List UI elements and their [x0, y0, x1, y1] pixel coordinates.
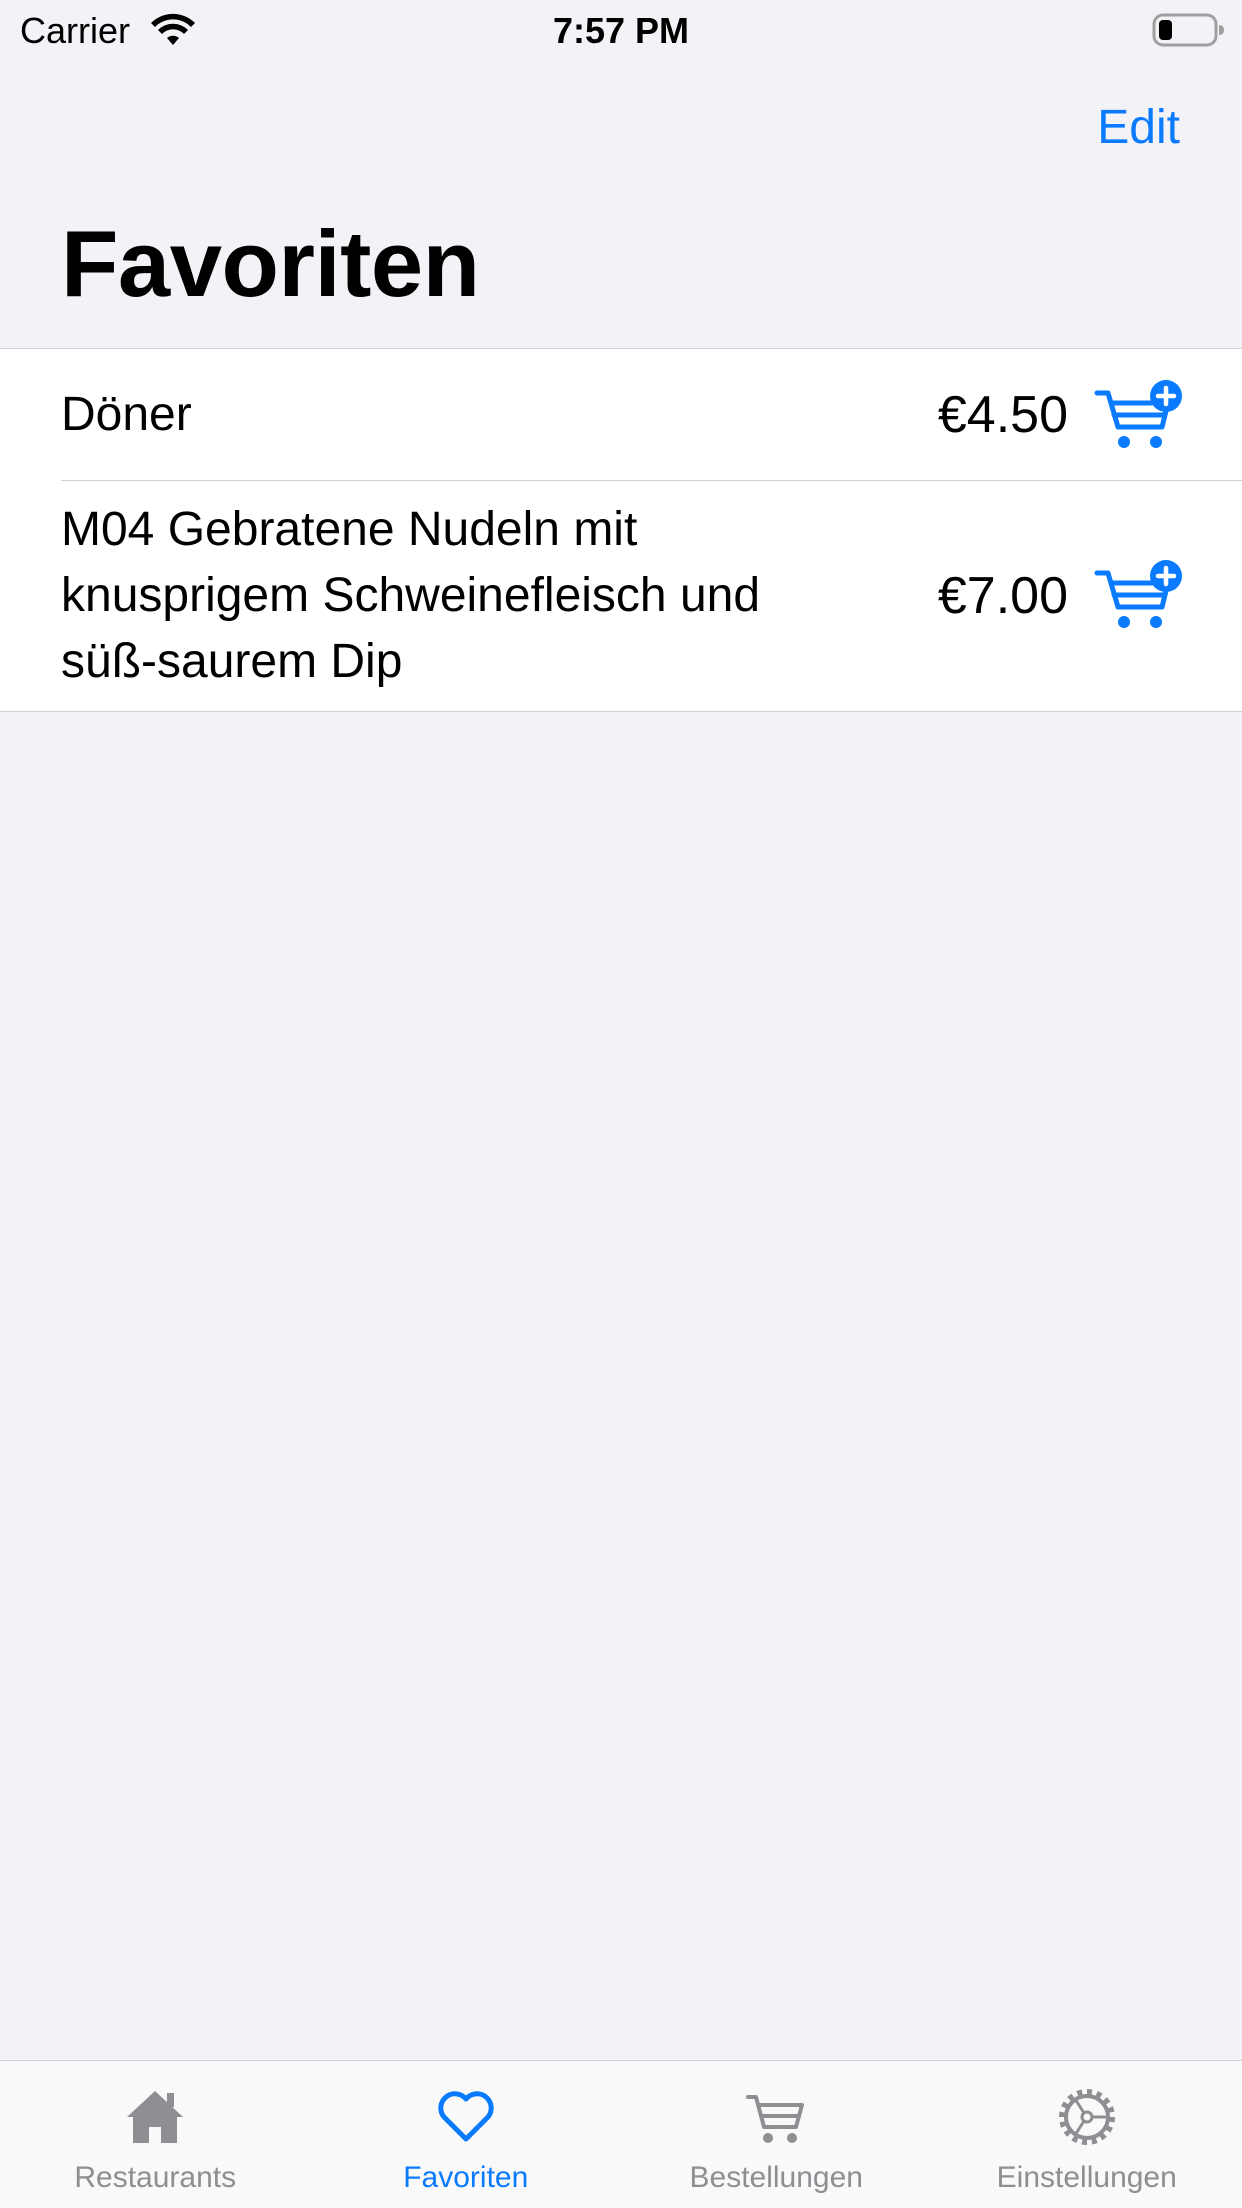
heart-icon	[438, 2091, 494, 2142]
gear-icon	[1058, 2089, 1115, 2145]
favorites-list: Döner €4.50 M04 Gebratene Nudeln mit knu…	[0, 348, 1242, 712]
page-title: Favoriten	[61, 211, 480, 316]
tab-label: Restaurants	[74, 2161, 237, 2194]
item-price: €4.50	[937, 386, 1068, 444]
tab-bar: Restaurants Favoriten Bestellungen Einst…	[0, 2060, 1242, 2208]
tab-einstellungen[interactable]: Einstellungen	[932, 2061, 1242, 2208]
tab-label: Einstellungen	[996, 2161, 1177, 2194]
cart-icon	[746, 2095, 805, 2143]
status-bar: Carrier 7:57 PM	[0, 0, 1242, 62]
tab-label: Favoriten	[403, 2161, 529, 2194]
house-icon	[127, 2091, 184, 2143]
tab-label: Bestellungen	[689, 2161, 863, 2194]
tab-bestellungen[interactable]: Bestellungen	[621, 2061, 932, 2208]
favorites-screen: Carrier 7:57 PM Edit Favoriten Döner €4.…	[0, 0, 1242, 2208]
edit-button[interactable]: Edit	[1097, 100, 1180, 155]
cart-add-icon[interactable]	[1094, 559, 1186, 631]
item-name: M04 Gebratene Nudeln mit knusprigem Schw…	[61, 503, 761, 688]
tab-favoriten[interactable]: Favoriten	[311, 2061, 622, 2208]
clock: 7:57 PM	[552, 10, 690, 51]
battery-icon	[1152, 13, 1224, 47]
item-name: Döner	[61, 388, 192, 441]
list-item[interactable]: Döner €4.50	[0, 349, 1242, 481]
cart-add-icon[interactable]	[1094, 379, 1186, 451]
tab-restaurants[interactable]: Restaurants	[0, 2061, 311, 2208]
list-item[interactable]: M04 Gebratene Nudeln mit knusprigem Schw…	[0, 481, 1242, 711]
item-price: €7.00	[937, 567, 1068, 625]
